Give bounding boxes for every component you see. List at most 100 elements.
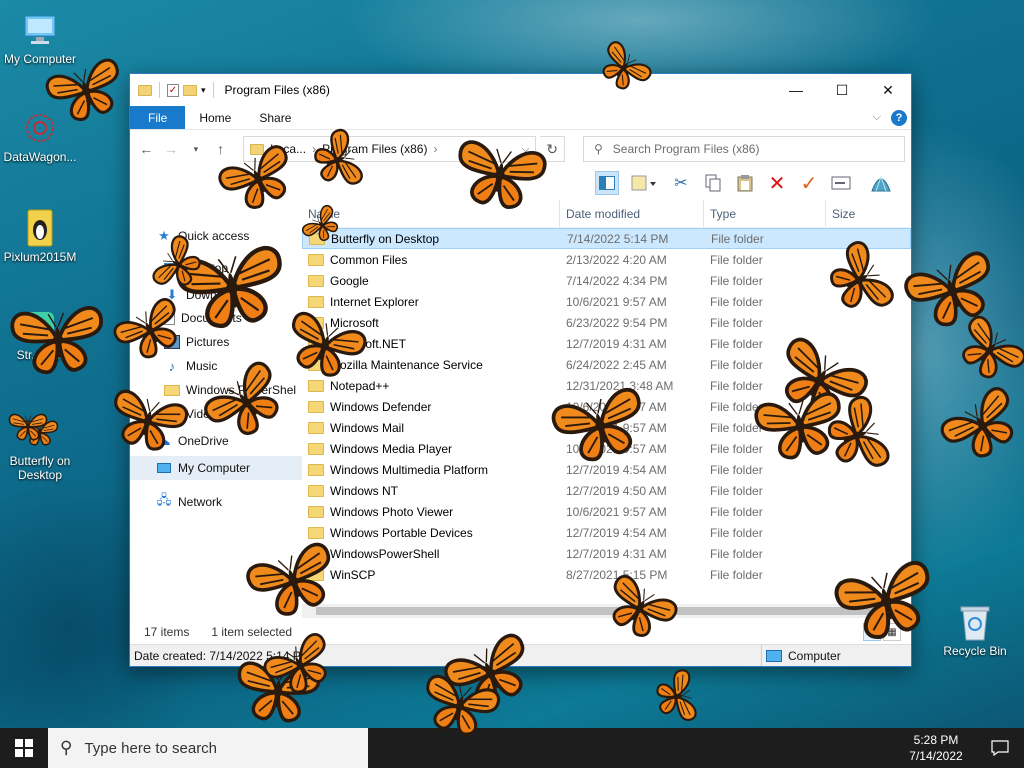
cut-icon[interactable]: ✂ [669,171,693,195]
recent-locations-button[interactable]: ▾ [186,138,207,160]
column-header-size[interactable]: Size [826,200,906,227]
explorer-window[interactable]: ✓ ▾ Program Files (x86) — ☐ ✕ File Home … [129,73,912,667]
nav-my-computer[interactable]: My Computer [130,456,302,480]
delete-icon[interactable]: ✕ [765,171,789,195]
copy-icon[interactable] [701,171,725,195]
expand-ribbon-icon[interactable]: ⌵ [873,111,881,124]
checkmark-icon[interactable]: ✓ [797,171,821,195]
clock-date: 7/14/2022 [909,749,963,763]
nav-network[interactable]: 🖧 Network [130,486,302,518]
nav-pictures[interactable]: Pictures [130,330,302,354]
nav-desktop[interactable]: Desktop [130,252,302,284]
up-button[interactable]: ↑ [210,138,231,160]
table-row[interactable]: Windows Photo Viewer 10/6/2021 9:57 AM Fil… [302,501,911,522]
folder-icon [308,337,324,350]
breadcrumb-segment[interactable]: Program Files (x86) [322,142,427,156]
back-button[interactable]: ← [136,138,157,160]
file-name: Windows NT [330,483,399,498]
tab-home[interactable]: Home [185,106,245,129]
address-bar[interactable]: Loca... › Program Files (x86) › ⌵ [243,136,537,162]
breadcrumb-segment[interactable]: Loca... [270,142,306,156]
table-row[interactable]: Internet Explorer 10/6/2021 9:57 AM File f… [302,291,911,312]
tab-share[interactable]: Share [245,106,305,129]
minimize-button[interactable]: — [773,74,819,106]
file-type-cell: File folder [710,252,763,267]
address-dropdown-icon[interactable]: ⌵ [522,144,530,155]
properties-icon[interactable]: ✓ [167,83,179,97]
table-row[interactable]: WindowsPowerShell 12/7/2019 4:31 AM File f… [302,543,911,564]
table-row[interactable]: Windows NT 12/7/2019 4:50 AM File folder [302,480,911,501]
taskbar-search-placeholder: Type here to search [84,739,218,757]
file-name-cell: Windows Defender [302,400,560,414]
help-icon[interactable]: ? [891,109,907,126]
taskbar-search[interactable]: ⚲ Type here to search [48,728,368,768]
customize-toolbar-icon[interactable]: ▾ [201,85,206,96]
nav-quick-access[interactable]: ★ Quick access [130,220,302,252]
file-date-cell: 12/7/2019 4:31 AM [566,546,667,561]
file-date-cell: 2/13/2022 4:20 AM [566,252,667,267]
file-type-cell: File folder [710,294,763,309]
preview-pane-icon[interactable] [595,171,619,195]
view-options-icon[interactable] [627,171,661,195]
table-row[interactable]: Microsoft.NET 12/7/2019 4:31 AM File folde… [302,333,911,354]
table-row[interactable]: Microsoft 6/23/2022 9:54 PM File folder [302,312,911,333]
forward-button[interactable]: → [161,138,182,160]
file-date-cell: 12/7/2019 4:31 AM [566,336,667,351]
system-clock[interactable]: 5:28 PM 7/14/2022 [896,732,976,764]
pictures-icon [164,335,180,349]
paste-icon[interactable] [733,171,757,195]
table-row[interactable]: Common Files 2/13/2022 4:20 AM File folder [302,249,911,270]
navigation-bar: ← → ▾ ↑ Loca... › Program Files (x86) › … [130,130,911,168]
notification-icon[interactable] [976,728,1024,768]
table-row[interactable]: Butterfly on Desktop 7/14/2022 5:14 PM Fil… [302,228,911,249]
nav-label: Documents [181,311,242,325]
new-folder-icon[interactable] [183,84,197,96]
tab-file[interactable]: File [130,106,186,129]
nav-label: Desktop [184,261,229,275]
datawagon-icon [20,108,60,148]
column-header-name[interactable]: Name [302,200,560,227]
column-header-type[interactable]: Type [704,200,826,227]
folder-icon [164,384,180,396]
nav-videos[interactable]: Videos [130,402,302,426]
details-view-icon[interactable]: ☰ [863,623,881,641]
shell-icon[interactable] [869,171,893,195]
table-row[interactable]: Mozilla Maintenance Service 6/24/2022 2:4… [302,354,911,375]
large-icons-view-icon[interactable]: ▦ [883,623,901,641]
table-row[interactable]: Windows Defender 10/6/2021 9:57 AM File fo… [302,396,911,417]
computer-icon [156,461,172,475]
file-list[interactable]: Name Date modified Type Size Butterfly o… [302,200,911,620]
desktop-icon-my-computer[interactable]: My Computer [0,10,80,66]
maximize-button[interactable]: ☐ [819,74,865,106]
search-icon: ⚲ [60,738,73,757]
nav-downloads[interactable]: ⬇ Downloads [130,284,302,306]
desktop-icon-recycle-bin[interactable]: Recycle Bin [935,602,1015,658]
title-bar[interactable]: ✓ ▾ Program Files (x86) — ☐ ✕ [130,74,911,106]
start-button[interactable] [0,728,48,768]
table-row[interactable]: WinSCP 8/27/2021 5:15 PM File folder [302,564,911,585]
horizontal-scrollbar[interactable] [302,604,903,618]
nav-powershell-modules[interactable]: Windows PowerShell Modules [130,378,302,402]
scrollbar-thumb[interactable] [316,607,889,615]
table-row[interactable]: Windows Portable Devices 12/7/2019 4:54 A… [302,522,911,543]
folder-icon [308,295,324,308]
table-row[interactable]: Notepad++ 12/31/2021 3:48 AM File folder [302,375,911,396]
refresh-button[interactable]: ↻ [540,136,565,162]
desktop-icon-datawagon[interactable]: DataWagon... [0,108,80,164]
column-header-date-modified[interactable]: Date modified [560,200,704,227]
table-row[interactable]: Windows Mail 10/6/2021 9:57 AM File folder [302,417,911,438]
nav-documents[interactable]: Documents [130,306,302,330]
desktop-icon-butterfly-shortcut[interactable]: Butterfly on Desktop [0,412,80,482]
desktop-icon-app[interactable]: Str... D... [0,306,80,362]
desktop-icon-pixlum[interactable]: Pixlum2015M [0,208,80,264]
rename-icon[interactable] [829,171,853,195]
table-row[interactable]: Google 7/14/2022 4:34 PM File folder [302,270,911,291]
nav-onedrive[interactable]: ☁ OneDrive [130,426,302,456]
nav-label: Quick access [178,229,250,243]
file-name-cell: WinSCP [302,568,560,582]
table-row[interactable]: Windows Media Player 10/6/2021 9:57 AM Fil… [302,438,911,459]
table-row[interactable]: Windows Multimedia Platform 12/7/2019 4:5… [302,459,911,480]
nav-music[interactable]: ♪ Music [130,354,302,378]
search-box[interactable]: ⚲ Search Program Files (x86) [582,136,906,162]
close-button[interactable]: ✕ [865,74,911,106]
